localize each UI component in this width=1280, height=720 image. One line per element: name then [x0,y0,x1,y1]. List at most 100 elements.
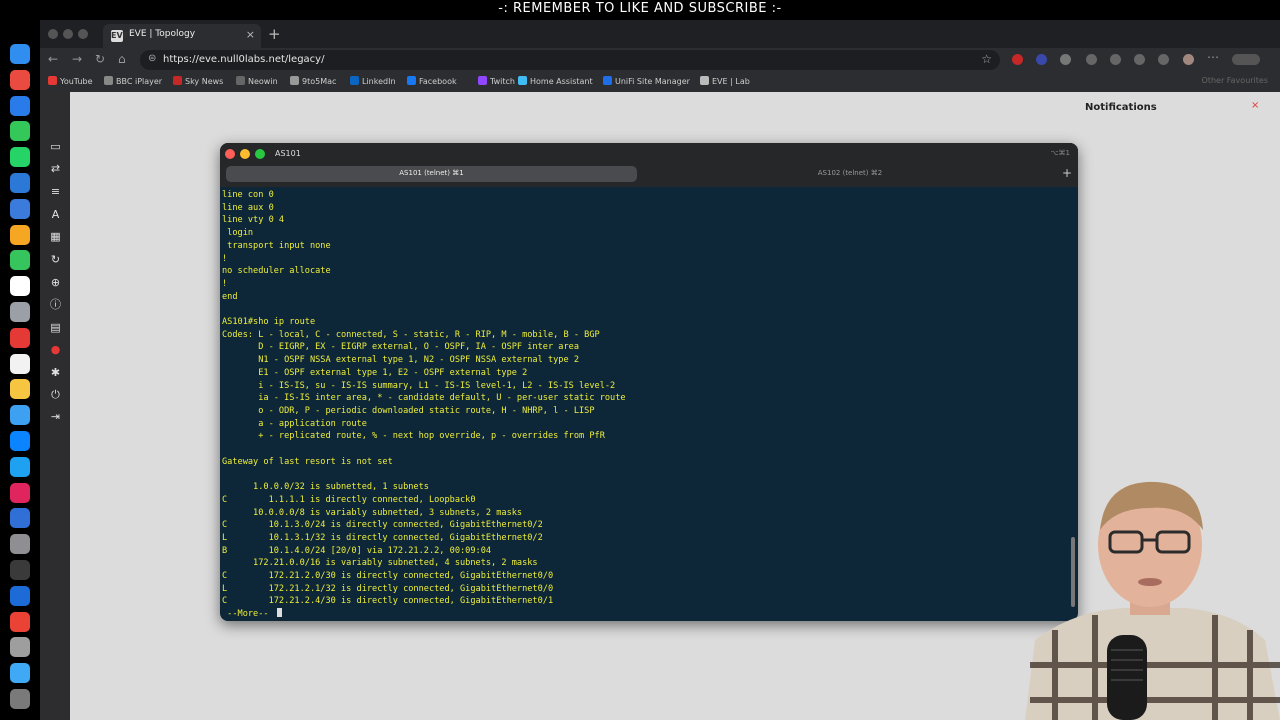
terminal-line: end [222,291,238,302]
logout-icon[interactable]: ⇥ [49,410,62,423]
bookmark-item[interactable]: Facebook [407,76,457,86]
extensions-puzzle-icon[interactable] [1060,54,1071,65]
new-tab-plus-icon[interactable]: + [268,25,281,43]
dock-app-icon[interactable] [10,663,30,684]
bookmark-item[interactable]: Home Assistant [518,76,593,86]
dock-app-icon[interactable] [10,147,30,168]
favorites-icon[interactable] [1086,54,1097,65]
dock-app-icon[interactable] [10,95,30,116]
dock-app-icon[interactable] [10,250,30,271]
dock-app-icon[interactable] [10,534,30,555]
grid-icon[interactable]: ▦ [49,230,62,243]
terminal-window[interactable]: AS101 ⌥⌘1 AS101 (telnet) ⌘1 AS102 (telne… [220,143,1078,621]
close-tab-icon[interactable]: × [246,28,255,41]
minimize-window-button[interactable] [63,29,73,39]
site-info-icon[interactable]: ⊜ [148,53,156,64]
dock-app-icon[interactable] [10,689,30,709]
back-arrow-icon[interactable]: ← [48,52,58,66]
forward-arrow-icon[interactable]: → [72,52,82,66]
transfer-icon[interactable]: ⇄ [49,162,62,175]
terminal-close-button[interactable] [225,149,235,159]
terminal-zoom-button[interactable] [255,149,265,159]
history-icon[interactable] [1110,54,1121,65]
terminal-line: line con 0 [222,190,274,200]
home-icon[interactable]: ⌂ [118,52,126,66]
more-menu-icon[interactable]: ⋯ [1207,50,1219,64]
list-icon[interactable]: ≡ [49,185,62,198]
zoom-window-button[interactable] [78,29,88,39]
terminal-titlebar[interactable]: AS101 ⌥⌘1 [220,143,1078,165]
tab-as101-telnet[interactable]: AS101 (telnet) ⌘1 [226,166,637,182]
dock-app-icon[interactable] [10,456,30,477]
dock-app-icon[interactable] [10,69,30,90]
terminal-tab-bar: AS101 (telnet) ⌘1 AS102 (telnet) ⌘2 + [220,165,1078,187]
bookmark-label: Home Assistant [530,77,593,86]
terminal-output[interactable]: line con 0 line aux 0 line vty 0 4 login t… [222,189,1062,619]
dock-app-icon[interactable] [10,508,30,529]
terminal-line: E1 - OSPF external type 1, E2 - OSPF ext… [222,367,528,378]
text-icon[interactable]: A [49,208,62,221]
settings-icon[interactable]: ✱ [49,366,62,379]
other-favourites[interactable]: Other Favourites [1202,76,1268,85]
tab-as102-telnet[interactable]: AS102 (telnet) ⌘2 [640,166,1060,182]
dock-app-icon[interactable] [10,224,30,245]
terminal-new-tab-icon[interactable]: + [1062,166,1072,180]
refresh-icon[interactable]: ↻ [49,253,62,266]
terminal-line: i - IS-IS, su - IS-IS summary, L1 - IS-I… [222,380,616,391]
video-banner: -: REMEMBER TO LIKE AND SUBSCRIBE :- [0,0,1280,18]
dock-app-icon[interactable] [10,173,30,193]
power-icon[interactable]: ⏻ [49,388,62,401]
downloads-icon[interactable] [1134,54,1145,65]
dock-app-icon[interactable] [10,276,30,297]
dock-app-icon[interactable] [10,327,30,348]
bookmark-favicon-icon [700,76,709,85]
terminal-minimize-button[interactable] [240,149,250,159]
dock-app-icon[interactable] [10,637,30,658]
lock-icon[interactable]: ● [49,343,62,356]
dock-app-icon[interactable] [10,379,30,400]
extension-icon[interactable] [1012,54,1023,65]
bookmark-item[interactable]: EVE | Lab [700,76,750,86]
dock-app-icon[interactable] [10,482,30,503]
profile-avatar[interactable] [1183,54,1194,65]
bookmark-favicon-icon [104,76,113,85]
dock-app-icon[interactable] [10,405,30,426]
dock-app-icon[interactable] [10,585,30,606]
bookmark-item[interactable]: BBC iPlayer [104,76,162,86]
close-window-button[interactable] [48,29,58,39]
favorite-star-icon[interactable]: ☆ [981,52,992,66]
dock-app-icon[interactable] [10,560,30,580]
address-bar[interactable]: ⊜ https://eve.null0labs.net/legacy/ ☆ [140,50,1000,70]
dock-app-icon[interactable] [10,353,30,374]
eve-favicon-icon: EVE [111,30,129,42]
bookmark-item[interactable]: LinkedIn [350,76,396,86]
url-text[interactable]: https://eve.null0labs.net/legacy/ [163,54,324,65]
dock-app-icon[interactable] [10,611,30,632]
dock-app-icon[interactable] [10,431,30,451]
bookmark-item[interactable]: Sky News [173,76,223,86]
bookmark-label: Sky News [185,77,224,86]
browser-tab-active[interactable]: EVE EVE | Topology × [103,24,261,48]
terminal-shortcut: ⌥⌘1 [1050,149,1070,157]
bookmark-item[interactable]: Twitch [478,76,515,86]
bookmark-item[interactable]: Neowin [236,76,278,86]
notifications-close-icon[interactable]: × [1251,100,1259,111]
bookmark-item[interactable]: UniFi Site Manager [603,76,690,86]
extension-icon[interactable] [1036,54,1047,65]
terminal-title: AS101 [275,149,301,158]
dock-app-icon[interactable] [10,121,30,142]
topology-menu-icon[interactable]: ▭ [49,140,62,153]
bookmark-item[interactable]: YouTube [48,76,93,86]
bookmark-label: BBC iPlayer [116,77,163,86]
notes-icon[interactable]: ▤ [49,321,62,334]
zoom-icon[interactable]: ⊕ [49,276,62,289]
reload-icon[interactable]: ↻ [95,52,105,66]
collections-icon[interactable] [1158,54,1169,65]
dock-app-icon[interactable] [10,44,30,64]
dock-app-icon[interactable] [10,302,30,322]
bookmark-item[interactable]: 9to5Mac [290,76,336,86]
info-icon[interactable]: ⓘ [49,298,62,311]
terminal-line: 172.21.0.0/16 is variably subnetted, 4 s… [222,558,538,569]
dock-app-icon[interactable] [10,198,30,219]
copilot-chat-button[interactable] [1232,54,1260,65]
